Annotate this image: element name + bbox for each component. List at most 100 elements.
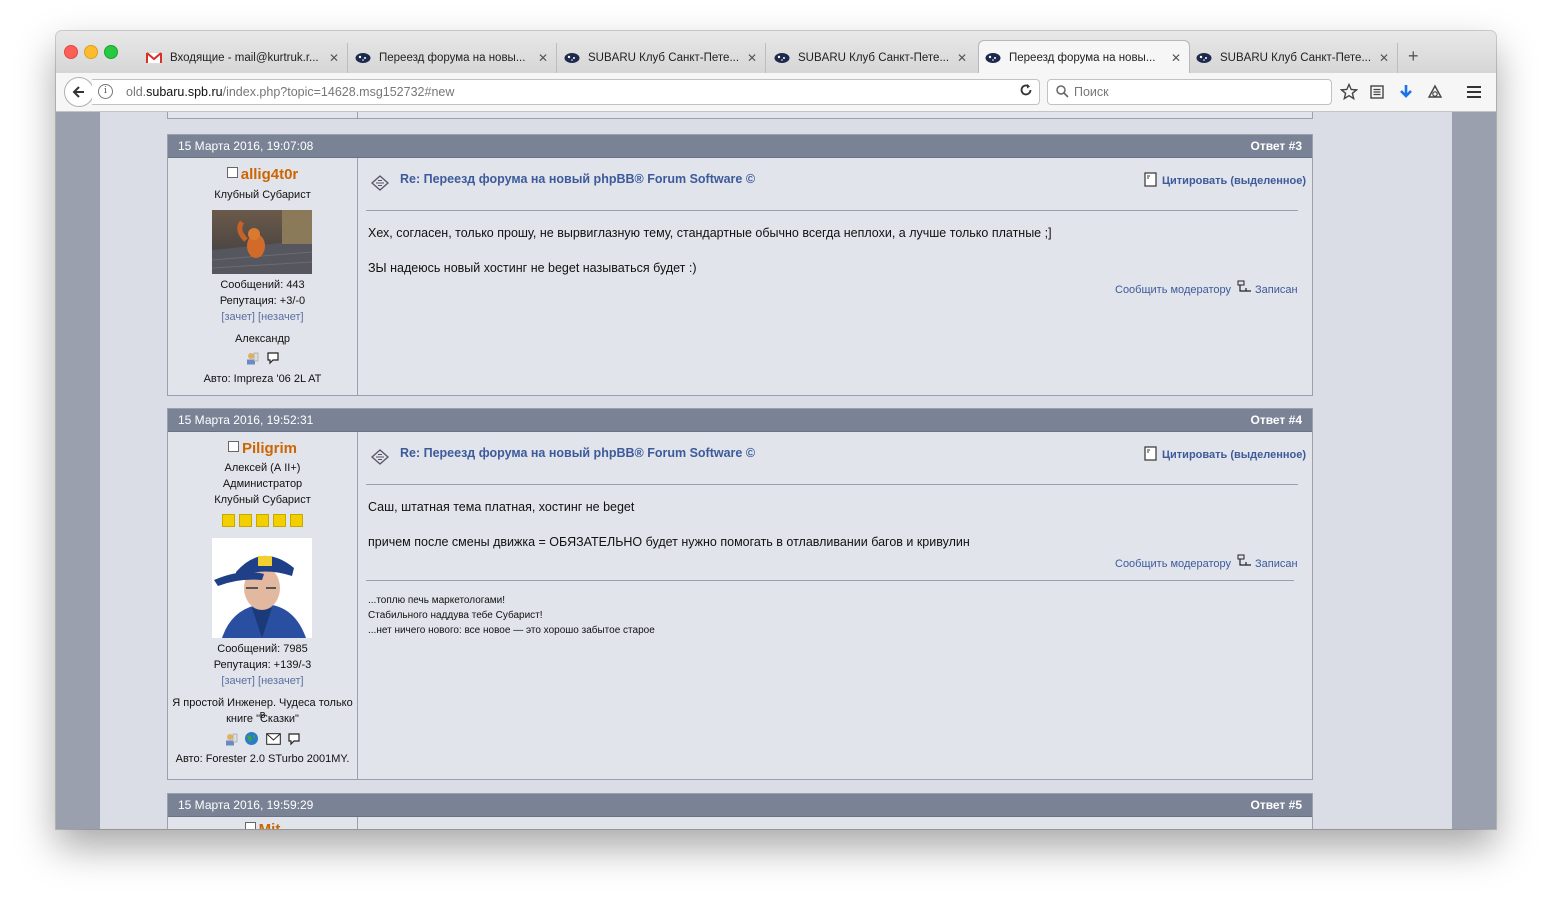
tab-bar: Входящие - mail@kurtruk.r... ✕ Переезд ф…	[56, 31, 1496, 74]
post-body: Piligrim Алексей (А II+) Администратор К…	[168, 432, 1312, 780]
message-count: Сообщений: 7985	[217, 643, 308, 655]
quote-button[interactable]: Цитировать (выделенное)	[1144, 446, 1306, 464]
signature-line: ...нет ничего нового: все новое — это хо…	[368, 625, 655, 636]
url-bar[interactable]: i old.subaru.spb.ru/index.php?topic=1462…	[92, 79, 1040, 105]
profile-icon[interactable]	[224, 732, 238, 749]
subaru-icon	[355, 51, 371, 65]
reload-icon[interactable]	[1019, 83, 1033, 100]
signature-line: ...топлю печь маркетологами!	[368, 595, 505, 606]
post-message: Re: Переезд форума на новый phpBB® Forum…	[358, 158, 1312, 396]
offline-status-icon	[227, 441, 239, 452]
quote-button[interactable]: Цитировать (выделенное)	[1144, 172, 1306, 190]
info-icon[interactable]: i	[98, 84, 113, 99]
tab-subaru-1[interactable]: SUBARU Клуб Санкт-Пете... ✕	[558, 43, 766, 73]
ip-icon	[1237, 280, 1252, 296]
profile-icon[interactable]	[245, 351, 259, 368]
minimize-window-button[interactable]	[84, 45, 98, 59]
member-title: Алексей (А II+)	[224, 462, 301, 474]
page-margin-right	[1452, 112, 1496, 829]
tab-title: SUBARU Клуб Санкт-Пете...	[588, 52, 740, 64]
tab-title: Входящие - mail@kurtruk.r...	[170, 52, 319, 64]
close-tab-icon[interactable]: ✕	[1377, 51, 1391, 65]
tab-forum-1[interactable]: Переезд форума на новы... ✕	[349, 43, 557, 73]
karma-minus-link[interactable]: [незачет]	[258, 675, 304, 687]
post-date: 15 Марта 2016, 19:59:29	[178, 798, 314, 812]
report-to-moderator-link[interactable]: Сообщить модератору	[1115, 284, 1231, 296]
post-header: 15 Марта 2016, 19:52:31 Ответ #4	[168, 409, 1312, 432]
ip-icon	[1237, 554, 1252, 570]
username[interactable]: Piligrim	[242, 440, 297, 457]
gmail-icon	[146, 51, 162, 65]
post-subject-link[interactable]: Re: Переезд форума на новый phpBB® Forum…	[400, 172, 755, 186]
website-globe-icon[interactable]	[244, 731, 259, 749]
report-to-moderator-link[interactable]: Сообщить модератору	[1115, 558, 1231, 570]
bookmark-star-icon[interactable]	[1339, 82, 1359, 102]
forum-post: 15 Марта 2016, 19:07:08 Ответ #3 allig4t…	[167, 134, 1313, 396]
reading-list-icon[interactable]	[1367, 82, 1387, 102]
personal-text: Александр	[234, 333, 291, 345]
tab-title: Переезд форума на новы...	[1009, 51, 1156, 64]
forum-post: 15 Марта 2016, 19:52:31 Ответ #4 Piligri…	[167, 408, 1313, 780]
poster-info: allig4t0r Клубный Субарист Сообщений: 44…	[168, 158, 358, 396]
new-tab-button[interactable]: +	[1408, 46, 1419, 67]
post-message: Re: Переезд форума на новый phpBB® Forum…	[358, 432, 1312, 780]
karma-plus-link[interactable]: [зачет]	[221, 675, 255, 687]
post-date: 15 Марта 2016, 19:52:31	[178, 413, 314, 427]
back-button[interactable]	[64, 77, 94, 107]
poster-info: Piligrim Алексей (А II+) Администратор К…	[168, 432, 358, 780]
reply-number[interactable]: Ответ #5	[1250, 794, 1302, 816]
subaru-icon	[774, 51, 790, 65]
star-icon	[222, 514, 235, 527]
member-post-group: Клубный Субарист	[214, 494, 311, 506]
post-header: 15 Марта 2016, 19:59:29 Ответ #5	[168, 794, 1312, 817]
post-icon	[370, 174, 390, 197]
close-window-button[interactable]	[64, 45, 78, 59]
offline-status-icon	[226, 167, 238, 178]
download-icon[interactable]	[1396, 82, 1416, 102]
previous-post-edge	[167, 112, 1313, 119]
member-group: Клубный Субарист	[214, 189, 311, 201]
forum-post: 15 Марта 2016, 19:59:29 Ответ #5 Mit	[167, 793, 1313, 829]
username[interactable]: Mit	[259, 821, 281, 829]
personal-message-icon[interactable]	[266, 351, 280, 368]
email-icon[interactable]	[265, 732, 281, 748]
reputation: Репутация: +3/-0	[219, 295, 306, 307]
pocket-icon[interactable]	[1425, 82, 1445, 102]
karma-plus-link[interactable]: [зачет]	[221, 311, 255, 323]
personal-text: книге "Сказки"	[226, 713, 299, 725]
maximize-window-button[interactable]	[104, 45, 118, 59]
poster-info: Mit	[168, 817, 358, 829]
close-tab-icon[interactable]: ✕	[745, 51, 759, 65]
user-avatar	[212, 538, 312, 638]
menu-icon[interactable]	[1464, 82, 1484, 102]
subaru-icon	[985, 51, 1001, 65]
karma-minus-link[interactable]: [незачет]	[258, 311, 304, 323]
post-divider	[366, 484, 1298, 485]
post-divider	[366, 210, 1298, 211]
close-tab-icon[interactable]: ✕	[955, 51, 969, 65]
username[interactable]: allig4t0r	[241, 166, 299, 183]
search-input[interactable]: Поиск	[1047, 79, 1332, 105]
browser-window: Входящие - mail@kurtruk.r... ✕ Переезд ф…	[56, 31, 1496, 829]
reply-number[interactable]: Ответ #4	[1250, 409, 1302, 431]
tab-subaru-2[interactable]: SUBARU Клуб Санкт-Пете... ✕	[768, 43, 975, 73]
close-tab-icon[interactable]: ✕	[327, 51, 341, 65]
car-info: Авто: Impreza '06 2L AT	[203, 373, 322, 385]
close-tab-icon[interactable]: ✕	[1169, 51, 1183, 65]
quote-icon	[1144, 172, 1157, 190]
reply-number[interactable]: Ответ #3	[1250, 135, 1302, 157]
post-subject-link[interactable]: Re: Переезд форума на новый phpBB® Forum…	[400, 446, 755, 460]
post-text: Саш, штатная тема платная, хостинг не be…	[368, 500, 635, 514]
tab-forum-active[interactable]: Переезд форума на новы... ✕	[978, 40, 1190, 74]
tab-title: SUBARU Клуб Санкт-Пете...	[1220, 52, 1372, 64]
close-tab-icon[interactable]: ✕	[536, 51, 550, 65]
post-header: 15 Марта 2016, 19:07:08 Ответ #3	[168, 135, 1312, 158]
tab-gmail[interactable]: Входящие - mail@kurtruk.r... ✕	[140, 43, 348, 73]
reputation: Репутация: +139/-3	[213, 659, 312, 671]
post-text: ЗЫ надеюсь новый хостинг не beget называ…	[368, 261, 697, 275]
post-body: allig4t0r Клубный Субарист Сообщений: 44…	[168, 158, 1312, 396]
personal-message-icon[interactable]	[287, 732, 301, 749]
quote-icon	[1144, 446, 1157, 464]
search-icon	[1056, 85, 1069, 103]
tab-subaru-3[interactable]: SUBARU Клуб Санкт-Пете... ✕	[1190, 43, 1398, 73]
